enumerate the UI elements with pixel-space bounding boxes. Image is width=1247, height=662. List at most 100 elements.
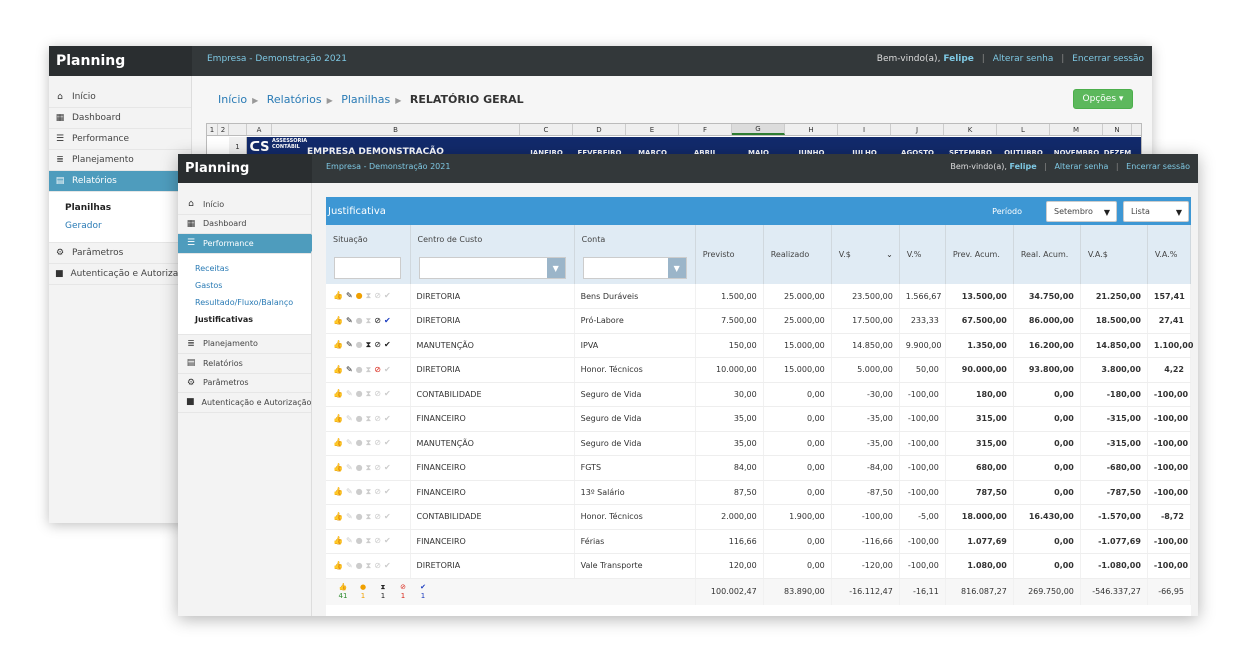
sidebar-item-planejamento[interactable]: ≣ Planejamento — [49, 150, 191, 171]
thumbs-up-icon[interactable]: 👍 — [333, 561, 346, 570]
column-header[interactable]: C — [520, 124, 573, 135]
edit-icon[interactable]: ✎ — [346, 487, 356, 496]
edit-icon[interactable]: ✎ — [346, 463, 356, 472]
status-count[interactable]: ⧗ 1 — [373, 583, 393, 601]
thumbs-up-icon[interactable]: 👍 — [333, 340, 346, 349]
hourglass-icon[interactable]: ⧗ — [366, 561, 375, 570]
change-password-link[interactable]: Alterar senha — [1054, 162, 1108, 171]
cancel-icon[interactable]: ⊘ — [374, 536, 384, 545]
change-password-link[interactable]: Alterar senha — [993, 54, 1054, 64]
column-header[interactable]: I — [838, 124, 891, 135]
column-header[interactable]: E — [626, 124, 679, 135]
submenu-item-resultado[interactable]: Resultado/Fluxo/Balanço — [195, 294, 311, 311]
cancel-icon[interactable]: ⊘ — [374, 365, 384, 374]
hourglass-icon[interactable]: ⧗ — [366, 340, 375, 349]
check-icon[interactable]: ✔ — [384, 438, 394, 447]
column-header[interactable]: N — [1103, 124, 1132, 135]
edit-icon[interactable]: ✎ — [346, 291, 356, 300]
sidebar-item-autenticacao[interactable]: ■ Autenticação e Autorização — [178, 393, 311, 413]
column-header[interactable]: A — [247, 124, 272, 135]
table-row[interactable]: 👍✎●⧗⊘✔ CONTABILIDADE Honor. Técnicos 2.000,… — [326, 504, 1192, 530]
check-icon[interactable]: ✔ — [384, 389, 394, 398]
options-button[interactable]: Opções ▾ — [1073, 89, 1133, 109]
alert-icon[interactable]: ● — [356, 512, 366, 521]
sidebar-item-relatorios[interactable]: ▤ Relatórios — [178, 354, 311, 374]
table-row[interactable]: 👍✎●⧗⊘✔ FINANCEIRO Seguro de Vida 35,00 0,00-… — [326, 406, 1192, 432]
period-select[interactable]: Setembro ▼ — [1046, 201, 1117, 222]
cancel-icon[interactable]: ⊘ — [374, 438, 384, 447]
sidebar-item-performance[interactable]: ☰ Performance — [49, 129, 191, 150]
sidebar-item-autenticacao[interactable]: ■ Autenticação e Autorização — [49, 264, 194, 285]
table-row[interactable]: 👍✎●⧗⊘✔ MANUTENÇÃO IPVA 150,00 15.000,00 14.85… — [326, 333, 1193, 358]
alert-icon[interactable]: ● — [356, 487, 366, 496]
situacao-filter-input[interactable] — [334, 257, 401, 279]
status-count[interactable]: ⊘ 1 — [393, 583, 413, 601]
alert-icon[interactable]: ● — [356, 316, 366, 325]
breadcrumb-link[interactable]: Planilhas — [341, 93, 390, 106]
column-header-selected[interactable]: G — [732, 124, 785, 135]
check-icon[interactable]: ✔ — [384, 487, 394, 496]
edit-icon[interactable]: ✎ — [346, 536, 356, 545]
alert-icon[interactable]: ● — [356, 463, 366, 472]
check-icon[interactable]: ✔ — [384, 536, 394, 545]
column-header-prev-acum[interactable]: Prev. Acum. — [945, 225, 1014, 284]
status-count[interactable]: 👍 41 — [333, 583, 353, 601]
cancel-icon[interactable]: ⊘ — [374, 414, 384, 423]
submenu-item-planilhas[interactable]: Planilhas — [65, 199, 191, 217]
alert-icon[interactable]: ● — [356, 438, 366, 447]
column-header-real-acum[interactable]: Real. Acum. — [1013, 225, 1081, 284]
thumbs-up-icon[interactable]: 👍 — [333, 414, 346, 423]
breadcrumb-link[interactable]: Início — [218, 93, 247, 106]
table-row[interactable]: 👍✎●⧗⊘✔ FINANCEIRO 13º Salário 87,50 0,00 -87,… — [326, 480, 1192, 505]
check-icon[interactable]: ✔ — [384, 291, 394, 300]
company-name[interactable]: Empresa - Demonstração 2021 — [326, 162, 450, 171]
edit-icon[interactable]: ✎ — [346, 438, 356, 447]
column-header-vs[interactable]: V.$ ⌄ — [831, 225, 900, 284]
hourglass-icon[interactable]: ⧗ — [366, 512, 375, 521]
cancel-icon[interactable]: ⊘ — [374, 316, 384, 325]
thumbs-up-icon[interactable]: 👍 — [333, 365, 346, 374]
sidebar-item-parametros[interactable]: ⚙ Parâmetros — [49, 243, 191, 264]
table-row[interactable]: 👍✎●⧗⊘✔ MANUTENÇÃO Seguro de Vida 35,00 0,00-… — [326, 431, 1192, 456]
sidebar-item-performance[interactable]: ☰ Performance — [178, 234, 319, 254]
column-header-vap[interactable]: V.A.% — [1147, 225, 1192, 284]
group-level[interactable]: 1 — [207, 124, 218, 135]
view-select[interactable]: Lista ▼ — [1123, 201, 1189, 222]
table-row[interactable]: 👍✎●⧗⊘✔ FINANCEIRO Férias 116,66 0,00 -116,66-… — [326, 529, 1192, 554]
thumbs-up-icon[interactable]: 👍 — [333, 316, 346, 325]
edit-icon[interactable]: ✎ — [346, 365, 356, 374]
sidebar-item-dashboard[interactable]: ▦ Dashboard — [178, 215, 311, 234]
thumbs-up-icon[interactable]: 👍 — [333, 438, 346, 447]
alert-icon[interactable]: ● — [356, 291, 366, 300]
submenu-item-receitas[interactable]: Receitas — [195, 260, 311, 277]
column-header-vp[interactable]: V.% — [899, 225, 946, 284]
submenu-item-gastos[interactable]: Gastos — [195, 277, 311, 294]
thumbs-up-icon[interactable]: 👍 — [333, 389, 346, 398]
check-icon[interactable]: ✔ — [384, 414, 394, 423]
alert-icon[interactable]: ● — [356, 340, 366, 349]
submenu-item-gerador[interactable]: Gerador — [65, 217, 191, 235]
group-level[interactable]: 2 — [218, 124, 229, 135]
alert-icon[interactable]: ● — [356, 365, 366, 374]
column-header-realizado[interactable]: Realizado — [763, 225, 832, 284]
thumbs-up-icon[interactable]: 👍 — [333, 487, 346, 496]
sidebar-item-planejamento[interactable]: ≣ Planejamento — [178, 335, 311, 354]
conta-filter-select[interactable]: ▼ — [582, 257, 687, 279]
centro-filter-select[interactable]: ▼ — [418, 257, 566, 279]
table-row[interactable]: 👍✎●⧗⊘✔ DIRETORIA Honor. Técnicos 10.000,00 1… — [326, 357, 1192, 383]
cancel-icon[interactable]: ⊘ — [374, 389, 384, 398]
check-icon[interactable]: ✔ — [384, 561, 394, 570]
check-icon[interactable]: ✔ — [384, 512, 394, 521]
brand[interactable]: Planning — [49, 46, 192, 76]
column-header[interactable]: M — [1050, 124, 1103, 135]
column-header[interactable]: J — [891, 124, 944, 135]
thumbs-up-icon[interactable]: 👍 — [333, 291, 346, 300]
alert-icon[interactable]: ● — [356, 389, 366, 398]
alert-icon[interactable]: ● — [356, 561, 366, 570]
status-count[interactable]: ● 1 — [353, 583, 373, 601]
hourglass-icon[interactable]: ⧗ — [366, 536, 375, 545]
chevron-down-icon[interactable]: ⌄ — [886, 250, 893, 259]
hourglass-icon[interactable]: ⧗ — [366, 487, 375, 496]
edit-icon[interactable]: ✎ — [346, 340, 356, 349]
check-icon[interactable]: ✔ — [384, 340, 394, 349]
